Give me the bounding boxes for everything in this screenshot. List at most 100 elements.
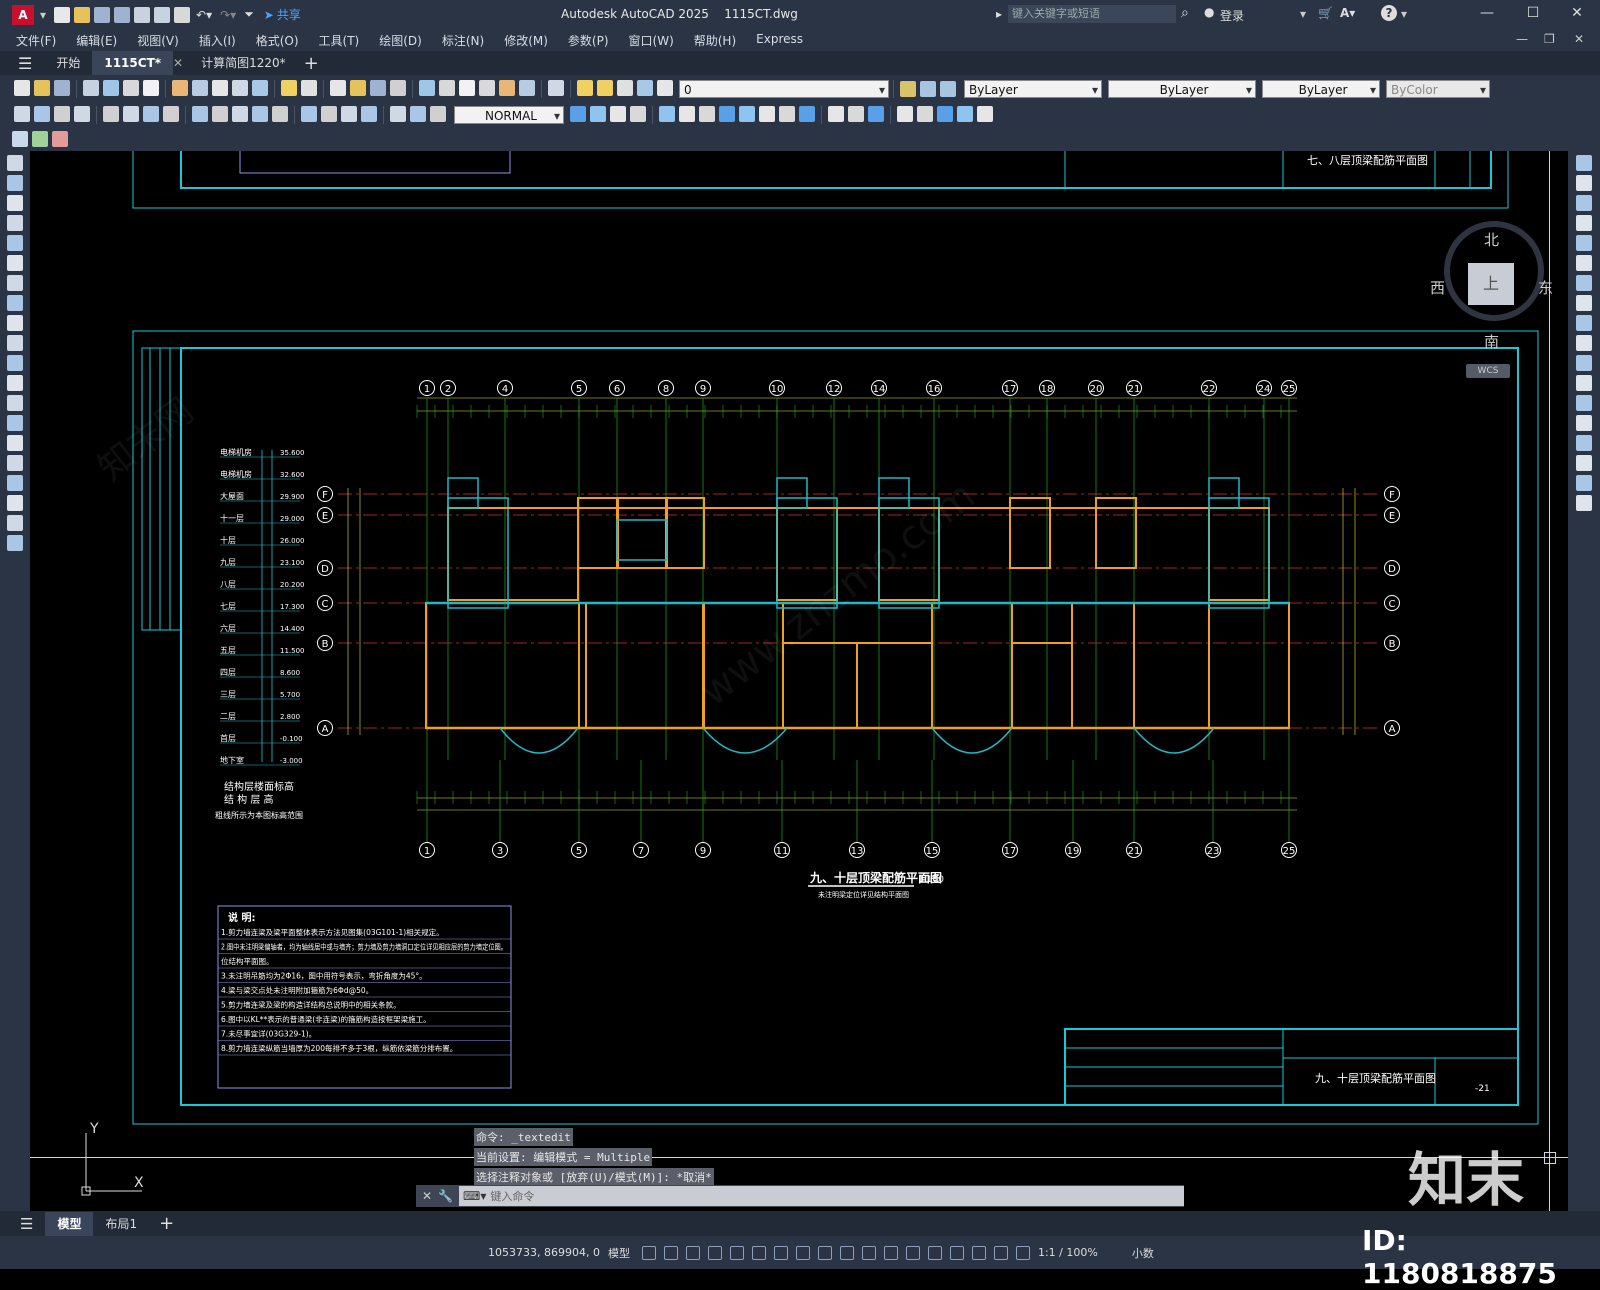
table-icon[interactable] xyxy=(7,495,23,511)
scale-icon[interactable] xyxy=(1576,295,1592,311)
stretch-icon[interactable] xyxy=(1576,315,1592,331)
dim-baseline-icon[interactable] xyxy=(212,106,228,122)
block-editor-icon[interactable] xyxy=(12,131,28,147)
dim-edit-icon[interactable] xyxy=(390,106,406,122)
trim-icon[interactable] xyxy=(1576,335,1592,351)
lineweight-icon[interactable] xyxy=(795,1245,810,1260)
ungroup-icon[interactable] xyxy=(917,106,933,122)
spline-icon[interactable] xyxy=(7,315,23,331)
search-icon[interactable]: ⌕ xyxy=(1181,5,1189,21)
open-icon[interactable] xyxy=(34,80,50,96)
move-icon[interactable] xyxy=(570,106,586,122)
menu-item[interactable]: 文件(F) xyxy=(16,32,56,49)
redo-icon[interactable] xyxy=(301,80,317,96)
bring-front-icon[interactable] xyxy=(957,106,973,122)
menu-item[interactable]: 参数(P) xyxy=(568,32,609,49)
zoom-window-icon[interactable] xyxy=(370,80,386,96)
layer-sun-icon[interactable] xyxy=(617,80,633,96)
insert-block-icon[interactable] xyxy=(7,375,23,391)
revision-cloud-icon[interactable] xyxy=(7,295,23,311)
doc-minimize-button[interactable]: — xyxy=(1516,32,1528,46)
tool-palettes-icon[interactable] xyxy=(459,80,475,96)
autodesk-a360-icon[interactable]: A▾ xyxy=(1340,6,1355,20)
menu-item[interactable]: 视图(V) xyxy=(137,32,179,49)
tab-calc-sketch[interactable]: 计算简图1220* xyxy=(189,51,298,75)
3d-print-icon[interactable] xyxy=(143,80,159,96)
redo-icon[interactable]: ↷▾ xyxy=(220,8,236,22)
plot-icon[interactable] xyxy=(83,80,99,96)
markup-icon[interactable] xyxy=(499,80,515,96)
pan-icon[interactable] xyxy=(330,80,346,96)
trim-icon[interactable] xyxy=(739,106,755,122)
dim-radius-icon[interactable] xyxy=(103,106,119,122)
move-icon[interactable] xyxy=(1576,255,1592,271)
menu-item[interactable]: 窗口(W) xyxy=(629,32,674,49)
viewcube-south[interactable]: 南 xyxy=(1484,331,1499,352)
clean-screen-icon[interactable] xyxy=(993,1245,1008,1260)
save-icon[interactable] xyxy=(54,80,70,96)
extend-icon[interactable] xyxy=(759,106,775,122)
drawing-canvas[interactable]: 七、八层顶梁配筋平面图 九、十层顶梁配筋平面图 -21 电梯机房 35.600 电梯… xyxy=(30,151,1568,1211)
app-logo[interactable]: A xyxy=(12,4,34,25)
add-selected-icon[interactable] xyxy=(7,535,23,551)
plot-preview-icon[interactable] xyxy=(103,80,119,96)
tab-model[interactable]: 模型 xyxy=(45,1211,94,1236)
blend-icon[interactable] xyxy=(1576,475,1592,491)
chamfer-icon[interactable] xyxy=(828,106,844,122)
menu-item[interactable]: 帮助(H) xyxy=(694,32,736,49)
layer-manager-icon[interactable] xyxy=(577,80,593,96)
cart-icon[interactable]: 🛒 xyxy=(1318,6,1333,20)
menu-item[interactable]: 修改(M) xyxy=(504,32,548,49)
snap-icon[interactable] xyxy=(663,1245,678,1260)
annotation-scale[interactable]: 1:1 / 100% xyxy=(1038,1246,1098,1259)
menu-item[interactable]: Express xyxy=(756,32,803,49)
copy-icon[interactable] xyxy=(192,80,208,96)
menu-item[interactable]: 绘图(D) xyxy=(379,32,422,49)
rectangle-icon[interactable] xyxy=(7,235,23,251)
viewcube-east[interactable]: 东 xyxy=(1538,277,1553,298)
design-center-icon[interactable] xyxy=(439,80,455,96)
cut-icon[interactable] xyxy=(172,80,188,96)
join-icon[interactable] xyxy=(1576,415,1592,431)
stretch-icon[interactable] xyxy=(719,106,735,122)
command-close-icon[interactable]: ✕ xyxy=(422,1189,432,1203)
mirror-icon[interactable] xyxy=(610,106,626,122)
command-customize-icon[interactable]: 🔧 xyxy=(438,1189,453,1203)
doc-close-button[interactable]: ✕ xyxy=(1574,32,1584,46)
construction-line-icon[interactable] xyxy=(7,175,23,191)
rotate-icon[interactable] xyxy=(679,106,695,122)
circle-icon[interactable] xyxy=(7,275,23,291)
layout-menu-icon[interactable]: ☰ xyxy=(20,1215,33,1233)
rotate-icon[interactable] xyxy=(1576,275,1592,291)
layer-lock-icon[interactable] xyxy=(637,80,653,96)
dim-text-edit-icon[interactable] xyxy=(410,106,426,122)
scale-icon[interactable] xyxy=(699,106,715,122)
extend-icon[interactable] xyxy=(1576,355,1592,371)
hatch-icon[interactable] xyxy=(7,435,23,451)
offset-icon[interactable] xyxy=(630,106,646,122)
dim-diameter-icon[interactable] xyxy=(143,106,159,122)
paste-icon[interactable] xyxy=(212,80,228,96)
customize-chevron-icon[interactable]: ⏷ xyxy=(244,7,254,22)
copy-obj-icon[interactable] xyxy=(590,106,606,122)
help-chevron-icon[interactable]: ▾ xyxy=(1401,7,1407,21)
array-icon[interactable] xyxy=(659,106,675,122)
tab-start[interactable]: 开始 xyxy=(44,51,92,75)
layer-match-icon[interactable] xyxy=(940,81,956,97)
array-icon[interactable] xyxy=(1576,235,1592,251)
insert-block-icon[interactable] xyxy=(32,131,48,147)
wcs-menu-button[interactable]: WCS xyxy=(1466,364,1510,378)
block-icon[interactable] xyxy=(252,80,268,96)
layer-properties-icon[interactable] xyxy=(900,81,916,97)
dim-ordinate-icon[interactable] xyxy=(74,106,90,122)
save-as-icon[interactable] xyxy=(114,6,131,23)
dim-aligned-icon[interactable] xyxy=(34,106,50,122)
units-dropdown[interactable]: 小数 xyxy=(1132,1245,1154,1261)
viewcube-west[interactable]: 西 xyxy=(1430,277,1445,298)
new-tab-icon[interactable]: + xyxy=(304,53,319,74)
make-block-icon[interactable] xyxy=(7,395,23,411)
minimize-button[interactable]: — xyxy=(1464,5,1510,21)
line-icon[interactable] xyxy=(7,155,23,171)
user-icon[interactable]: ● xyxy=(1204,5,1214,19)
fillet-icon[interactable] xyxy=(1576,455,1592,471)
